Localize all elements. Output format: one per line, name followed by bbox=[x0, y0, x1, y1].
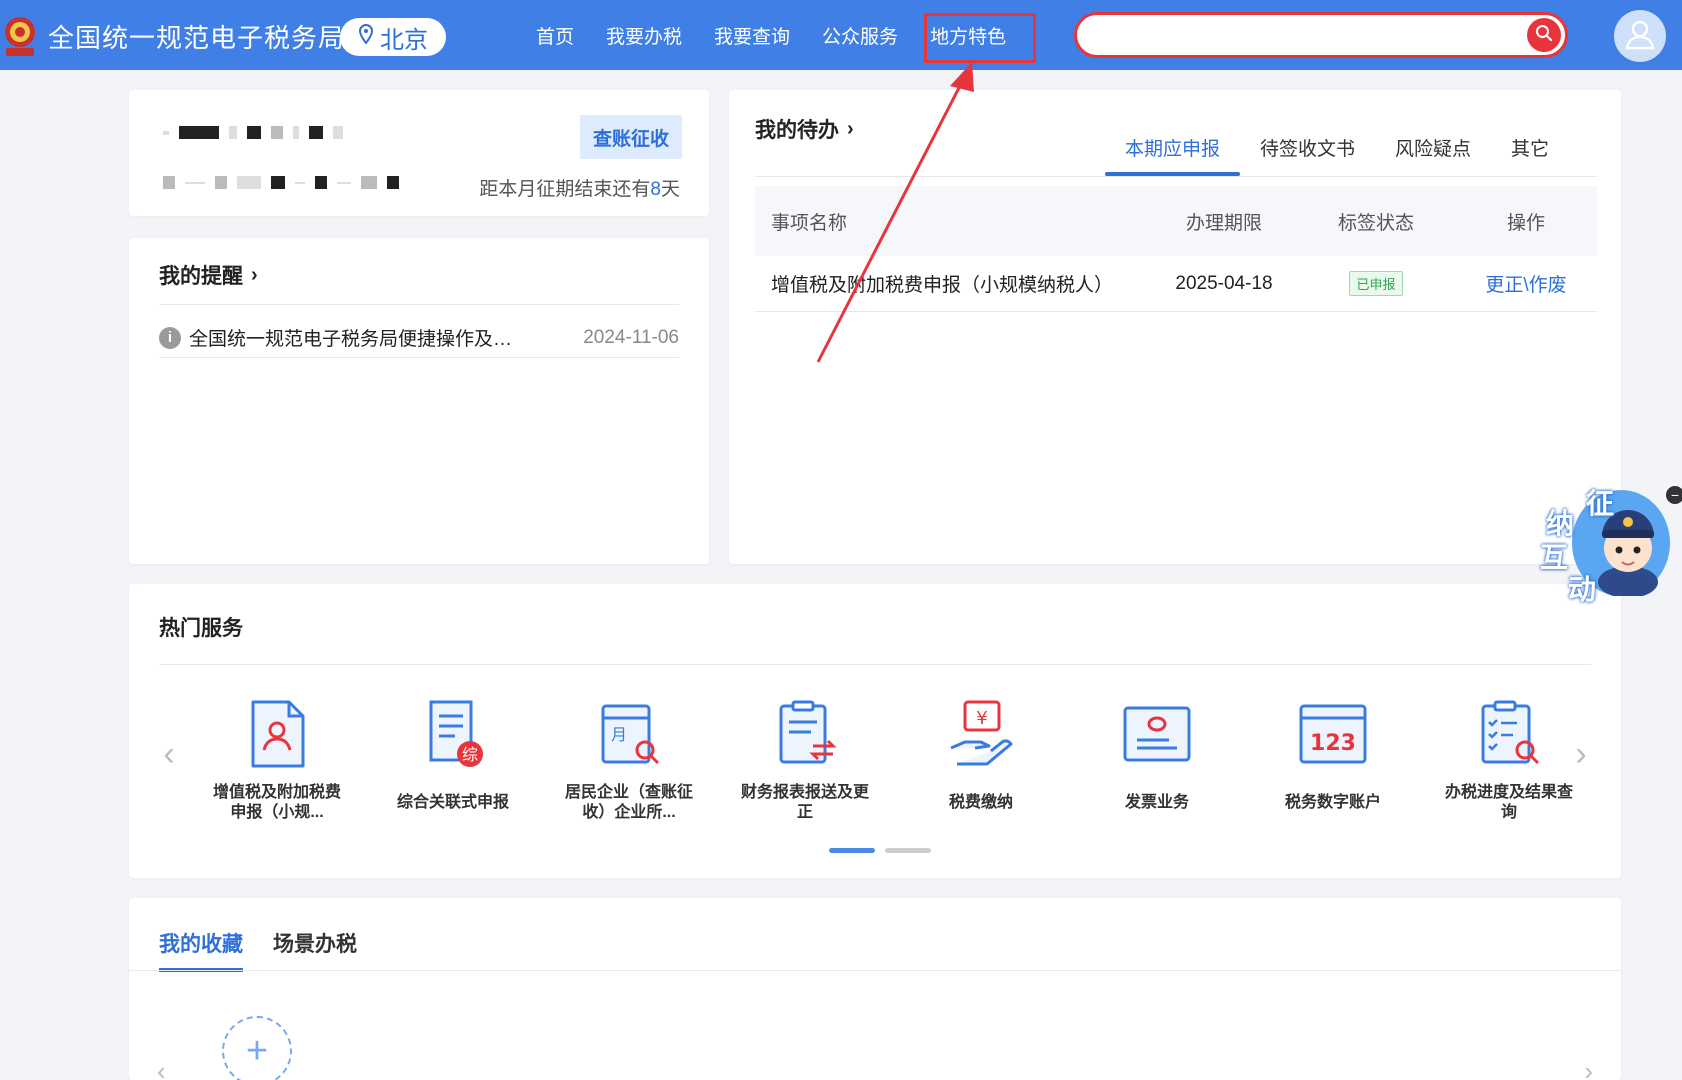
chevron-right-icon: › bbox=[847, 117, 854, 140]
assistant-char-4: 动 bbox=[1568, 574, 1597, 605]
tab-scenario-tax[interactable]: 场景办税 bbox=[273, 928, 357, 972]
svg-text:综: 综 bbox=[462, 745, 478, 764]
top-header: 全国统一规范电子税务局 北京 首页 我要办税 我要查询 公众服务 地方特色 bbox=[0, 0, 1682, 70]
service-list: 增值税及附加税费申报（小规... 综 综合关联式申报 月 居民企业（查账征收）企… bbox=[189, 696, 1597, 824]
search-box bbox=[1074, 12, 1568, 58]
search-icon bbox=[1535, 24, 1553, 47]
service-financial-statements[interactable]: 财务报表报送及更正 bbox=[717, 696, 893, 824]
todo-table-header: 事项名称 办理期限 标签状态 操作 bbox=[755, 186, 1597, 256]
table-row: 增值税及附加税费申报（小规模纳税人） 2025-04-18 已申报 更正\作废 bbox=[755, 256, 1597, 312]
prev-arrow-icon[interactable]: ‹ bbox=[157, 1056, 166, 1080]
assistant-char-3: 互 bbox=[1540, 542, 1569, 573]
interaction-assistant-widget[interactable]: 征 纳 互 动 bbox=[1536, 478, 1670, 608]
collection-mode-button[interactable]: 查账征收 bbox=[580, 115, 682, 159]
chevron-right-icon: › bbox=[251, 263, 258, 286]
search-button[interactable] bbox=[1527, 18, 1561, 52]
service-digital-account[interactable]: 123 税务数字账户 bbox=[1245, 696, 1421, 824]
tab-current-declaration[interactable]: 本期应申报 bbox=[1105, 130, 1241, 176]
carousel-dot-1[interactable] bbox=[829, 848, 875, 853]
tab-my-favorites[interactable]: 我的收藏 bbox=[159, 928, 243, 972]
service-comprehensive-declaration[interactable]: 综 综合关联式申报 bbox=[365, 696, 541, 824]
blurred-tax-id bbox=[163, 176, 399, 189]
row-item-name: 增值税及附加税费申报（小规模纳税人） bbox=[771, 275, 1114, 296]
svg-text:月: 月 bbox=[611, 725, 627, 744]
tab-others[interactable]: 其它 bbox=[1491, 130, 1569, 176]
site-title: 全国统一规范电子税务局 bbox=[48, 23, 346, 53]
col-deadline: 办理期限 bbox=[1185, 212, 1262, 234]
carousel-dot-2[interactable] bbox=[885, 848, 931, 853]
prev-arrow-icon[interactable]: ‹ bbox=[157, 734, 181, 774]
search-input[interactable] bbox=[1077, 15, 1527, 55]
reminder-card: 我的提醒 › i 全国统一规范电子税务局便捷操作及… 2024-11-06 bbox=[129, 238, 709, 564]
checklist-search-icon bbox=[1481, 700, 1540, 765]
todo-title[interactable]: 我的待办 › bbox=[755, 114, 854, 144]
svg-text:¥: ¥ bbox=[976, 708, 987, 729]
col-action: 操作 bbox=[1506, 212, 1545, 234]
info-icon: i bbox=[159, 326, 181, 349]
person-doc-icon bbox=[251, 700, 305, 768]
carousel-pagination bbox=[829, 848, 931, 853]
tax-emblem-logo bbox=[2, 10, 38, 60]
deadline-days: 8 bbox=[650, 179, 661, 200]
nav-local-features[interactable]: 地方特色 bbox=[914, 22, 1022, 49]
account-card: 查账征收 距本月征期结束还有8天 bbox=[129, 90, 709, 216]
todo-tabs: 本期应申报 待签收文书 风险疑点 其它 bbox=[1105, 130, 1569, 176]
service-invoice[interactable]: 发票业务 bbox=[1069, 696, 1245, 824]
favorites-card: 我的收藏 场景办税 ‹ + › bbox=[129, 898, 1621, 1080]
city-selector[interactable]: 北京 bbox=[340, 18, 446, 56]
reminder-date: 2024-11-06 bbox=[583, 326, 679, 348]
user-avatar[interactable] bbox=[1614, 10, 1666, 62]
tab-risk-points[interactable]: 风险疑点 bbox=[1375, 130, 1491, 176]
nav-query[interactable]: 我要查询 bbox=[698, 22, 806, 49]
next-arrow-icon[interactable]: › bbox=[1584, 1056, 1593, 1080]
city-name: 北京 bbox=[380, 26, 428, 54]
hot-services-title: 热门服务 bbox=[159, 617, 243, 640]
row-deadline: 2025-04-18 bbox=[1175, 272, 1273, 294]
assistant-char-1: 征 bbox=[1586, 488, 1615, 519]
svg-text:123: 123 bbox=[1310, 731, 1356, 756]
service-enterprise-income-tax[interactable]: 月 居民企业（查账征收）企业所... bbox=[541, 696, 717, 824]
user-icon bbox=[1623, 17, 1657, 56]
nav-home[interactable]: 首页 bbox=[520, 22, 590, 49]
reminder-title[interactable]: 我的提醒 › bbox=[159, 260, 258, 290]
reminder-item[interactable]: i 全国统一规范电子税务局便捷操作及… 2024-11-06 bbox=[159, 318, 679, 358]
hot-services-card: 热门服务 ‹ › 增值税及附加税费申报（小规... 综 综合关联式申报 月 居民… bbox=[129, 584, 1621, 878]
status-badge: 已申报 bbox=[1349, 271, 1403, 296]
blurred-company-name bbox=[163, 126, 343, 139]
digital-account-icon: 123 bbox=[1299, 704, 1367, 764]
deadline-text: 距本月征期结束还有8天 bbox=[479, 179, 680, 200]
col-item-name: 事项名称 bbox=[771, 212, 848, 234]
service-vat-declaration[interactable]: 增值税及附加税费申报（小规... bbox=[189, 696, 365, 824]
tab-pending-documents[interactable]: 待签收文书 bbox=[1240, 130, 1375, 176]
service-progress-query[interactable]: 办税进度及结果查询 bbox=[1421, 696, 1597, 824]
service-tax-payment[interactable]: ¥ 税费缴纳 bbox=[893, 696, 1069, 824]
collapse-icon[interactable]: − bbox=[1666, 486, 1682, 504]
nav-public-service[interactable]: 公众服务 bbox=[806, 22, 914, 49]
hand-yuan-icon: ¥ bbox=[950, 700, 1013, 766]
clipboard-exchange-icon bbox=[779, 700, 837, 764]
reminder-text: 全国统一规范电子税务局便捷操作及… bbox=[189, 329, 513, 350]
main-nav: 首页 我要办税 我要查询 公众服务 地方特色 bbox=[520, 0, 1022, 70]
todo-card: 我的待办 › 本期应申报 待签收文书 风险疑点 其它 事项名称 办理期限 标签状… bbox=[729, 90, 1621, 564]
favorites-tabs: 我的收藏 场景办税 bbox=[159, 928, 357, 972]
calendar-search-icon: 月 bbox=[601, 704, 660, 765]
correct-void-link[interactable]: 更正\作废 bbox=[1485, 275, 1566, 296]
location-pin-icon bbox=[358, 23, 374, 51]
add-favorite-button[interactable]: + bbox=[222, 1016, 292, 1080]
scroll-doc-icon: 综 bbox=[429, 700, 483, 767]
col-status: 标签状态 bbox=[1337, 212, 1414, 234]
nav-handle-tax[interactable]: 我要办税 bbox=[590, 22, 698, 49]
invoice-card-icon bbox=[1123, 706, 1191, 762]
